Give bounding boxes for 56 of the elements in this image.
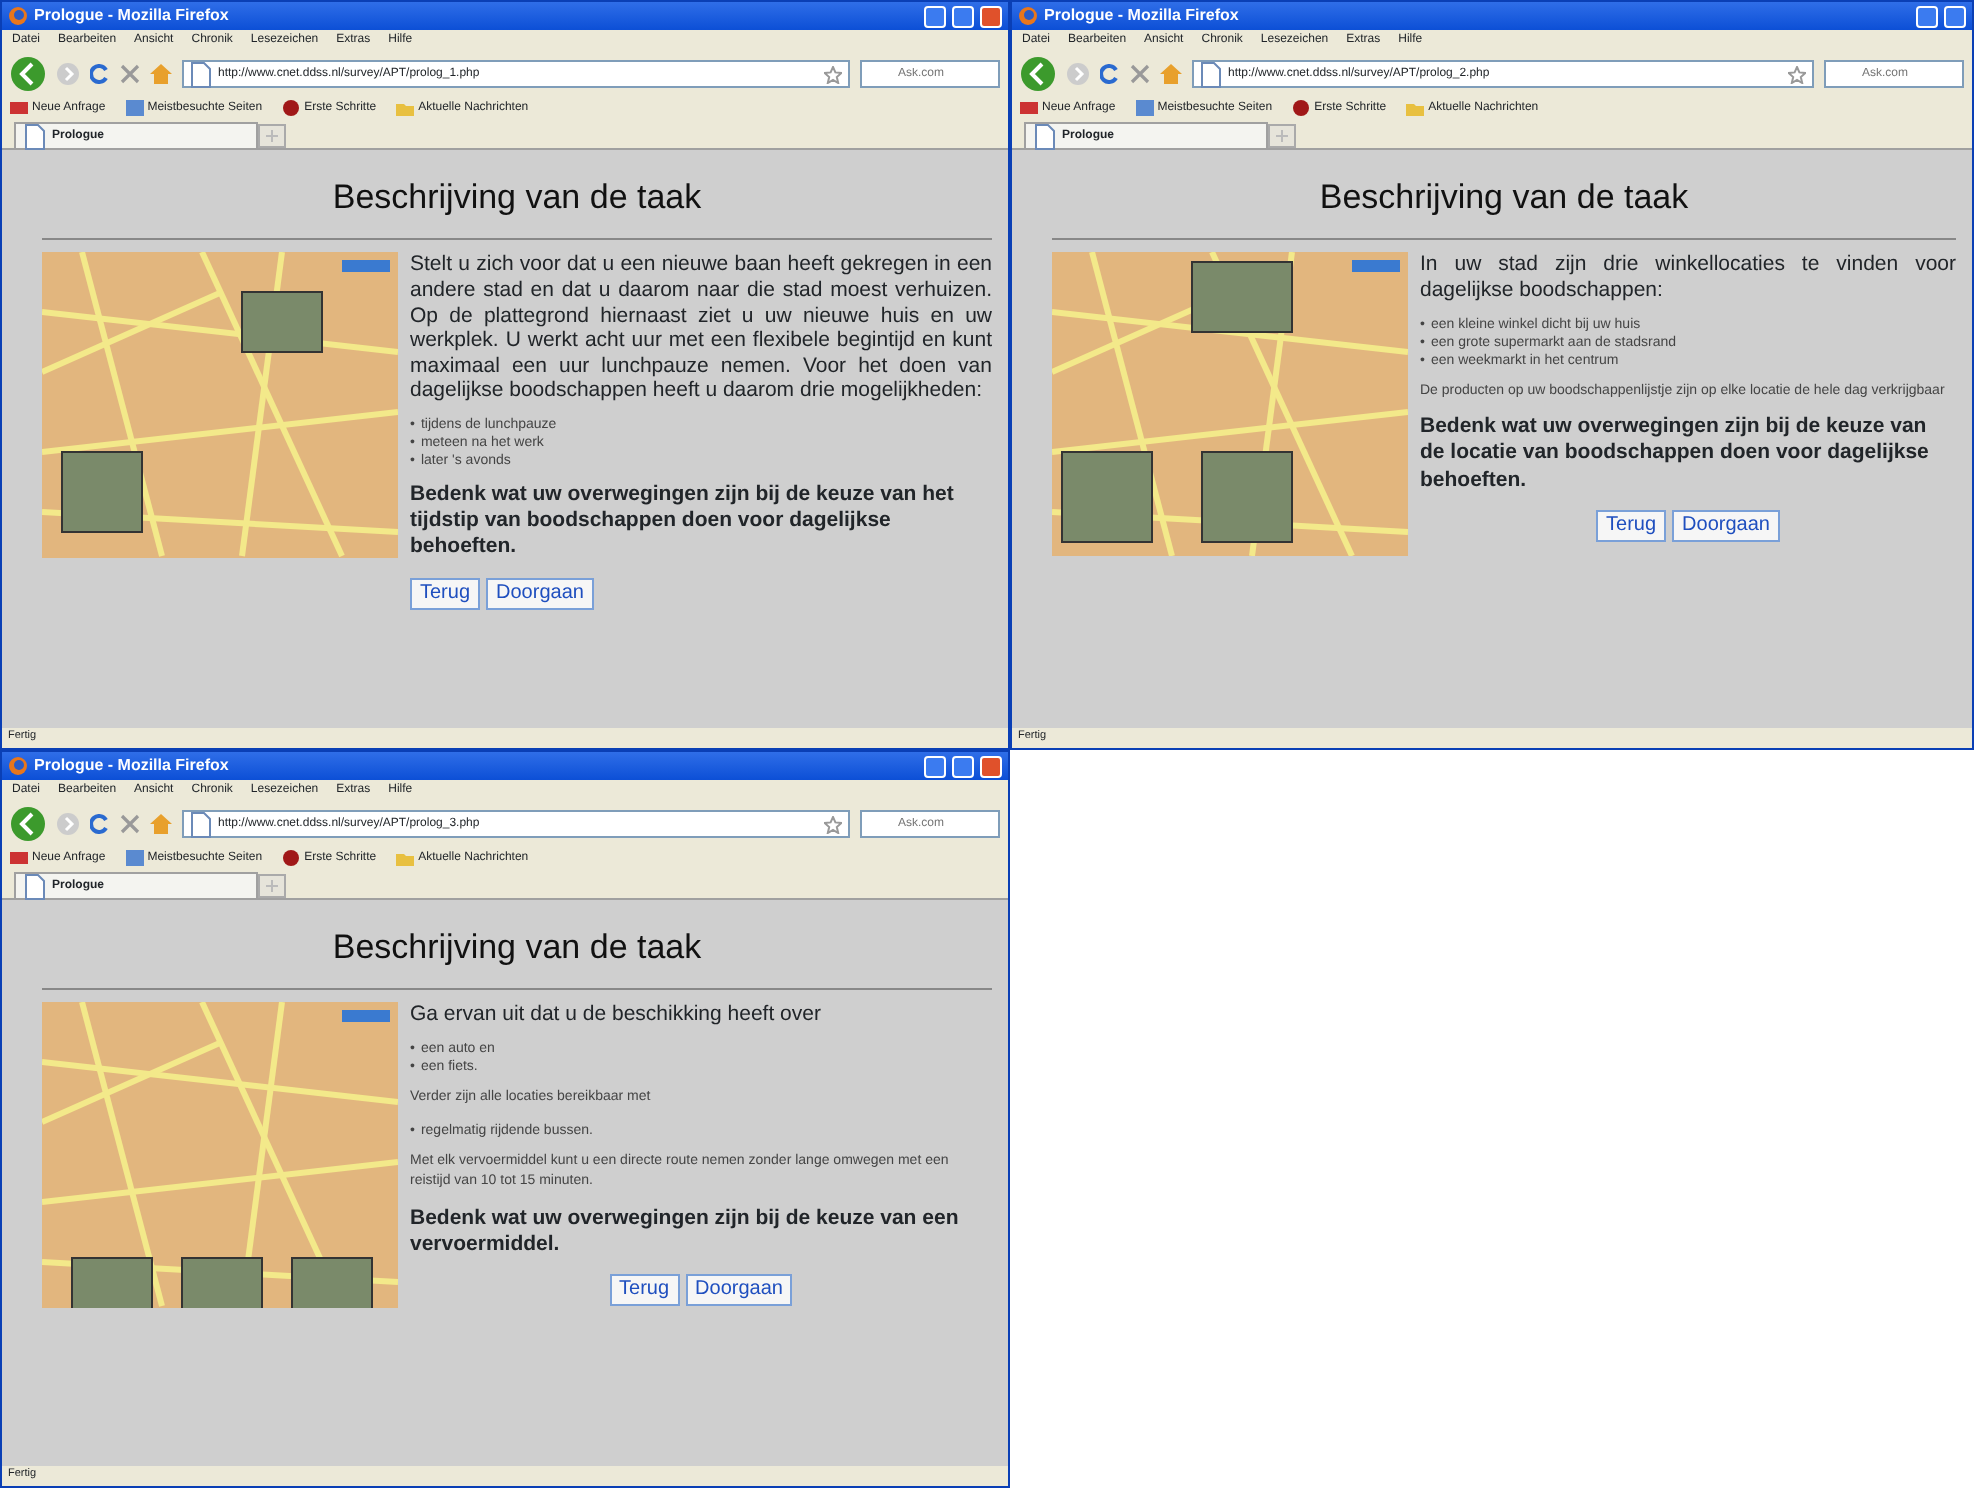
maximize-button[interactable] (952, 5, 974, 27)
window-title: Prologue - Mozilla Firefox (1044, 4, 1241, 28)
forward-icon[interactable] (56, 62, 80, 86)
star-icon[interactable] (824, 815, 842, 833)
stop-icon[interactable] (1130, 64, 1150, 84)
new-tab-icon[interactable] (258, 124, 286, 148)
minimize-button[interactable] (924, 5, 946, 27)
reload-icon[interactable] (90, 814, 110, 834)
folder-icon (1406, 100, 1425, 116)
continue-button[interactable]: Doorgaan (685, 1274, 793, 1307)
star-icon[interactable] (1788, 65, 1806, 83)
intro-text: Stelt u zich voor dat u een nieuwe baan heeft gekregen in een andere stad en dat u daarom naar die stad moest verhuizen. Op de plattegrond hiernaast ziet u uw nieuwe huis en uw werkplek. U werkt acht uur met een flexibele begintijd en kunt maximaal een uur lunchpauze nemen. Voor het doen van dagelijkse boodschappen heeft u daarom drie mogelijkheden: (410, 252, 992, 404)
back-button[interactable]: Terug (609, 1274, 680, 1307)
continue-button[interactable]: Doorgaan (486, 577, 594, 610)
back-icon[interactable] (1020, 56, 1056, 92)
page-icon (24, 123, 46, 149)
back-button[interactable]: Terug (1596, 509, 1667, 542)
home-icon[interactable] (150, 64, 172, 84)
new-tab-icon[interactable] (1268, 124, 1296, 148)
page-icon (190, 811, 212, 837)
question-text: Bedenk wat uw overwegingen zijn bij de keuze van het tijdstip van boodschappen doen voor dagelijkse behoeften. (410, 482, 956, 562)
home-icon[interactable] (1160, 64, 1182, 84)
page-icon (1034, 123, 1056, 149)
maximize-button[interactable] (952, 755, 974, 777)
folder-icon (396, 850, 415, 866)
home-icon[interactable] (150, 814, 172, 834)
forward-icon[interactable] (56, 812, 80, 836)
forward-icon[interactable] (1066, 62, 1090, 86)
window-title: Prologue - Mozilla Firefox (34, 754, 231, 778)
star-icon[interactable] (824, 65, 842, 83)
continue-button[interactable]: Doorgaan (1672, 509, 1780, 542)
reload-icon[interactable] (1100, 64, 1120, 84)
minimize-button[interactable] (1916, 5, 1938, 27)
close-button[interactable] (980, 5, 1002, 27)
page-heading: Beschrijving van de taak (330, 928, 704, 969)
question-text: Bedenk wat uw overwegingen zijn bij de keuze van een vervoermiddel. (410, 1205, 961, 1259)
close-button[interactable] (980, 755, 1002, 777)
minimize-button[interactable] (924, 755, 946, 777)
folder-icon (396, 100, 415, 116)
page-icon (1200, 61, 1222, 87)
page-icon (24, 873, 46, 899)
new-tab-icon[interactable] (258, 874, 286, 898)
stop-icon[interactable] (120, 814, 140, 834)
back-button[interactable]: Terug (410, 577, 481, 610)
reload-icon[interactable] (90, 64, 110, 84)
page-icon (190, 61, 212, 87)
back-icon[interactable] (10, 806, 46, 842)
back-icon[interactable] (10, 56, 46, 92)
intro-text: In uw stad zijn drie winkellocaties te vinden voor dagelijkse boodschappen: (1420, 252, 1956, 304)
page-heading: Beschrijving van de taak (1317, 178, 1691, 219)
stop-icon[interactable] (120, 64, 140, 84)
window-title: Prologue - Mozilla Firefox (34, 4, 231, 28)
intro-text: Ga ervan uit dat u de beschikking heeft over (410, 1002, 823, 1028)
question-text: Bedenk wat uw overwegingen zijn bij de keuze van de locatie van boodschappen doen voor dagelijkse behoeften. (1420, 414, 1931, 494)
page-heading: Beschrijving van de taak (330, 178, 704, 219)
maximize-button[interactable] (1944, 5, 1966, 27)
